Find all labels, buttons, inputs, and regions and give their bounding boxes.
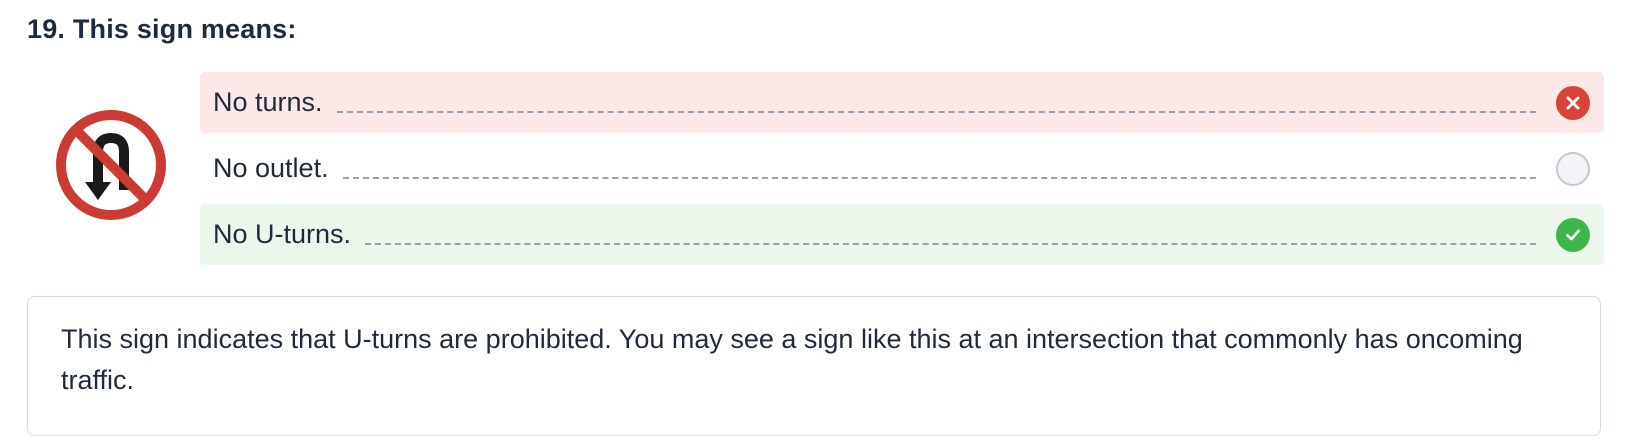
answer-option-no-outlet[interactable]: No outlet. [200,138,1604,199]
question-title: 19. This sign means: [27,14,297,44]
answer-option-no-u-turns[interactable]: No U-turns. [200,204,1604,265]
no-u-turn-sign-icon [54,108,168,222]
dotted-leader [342,176,1536,179]
empty-radio-icon [1556,151,1590,186]
answer-label: No U-turns. [213,219,352,249]
answer-list: No turns. No outlet. No U-turns. [200,72,1604,270]
close-icon [1556,85,1590,120]
check-icon [1556,217,1590,252]
dotted-leader [365,242,1536,245]
answer-option-no-turns[interactable]: No turns. [200,72,1604,133]
explanation-box: This sign indicates that U-turns are pro… [27,296,1601,436]
answer-label: No turns. [213,87,323,117]
dotted-leader [336,110,1536,113]
answer-label: No outlet. [213,153,329,183]
explanation-text: This sign indicates that U-turns are pro… [61,324,1523,395]
